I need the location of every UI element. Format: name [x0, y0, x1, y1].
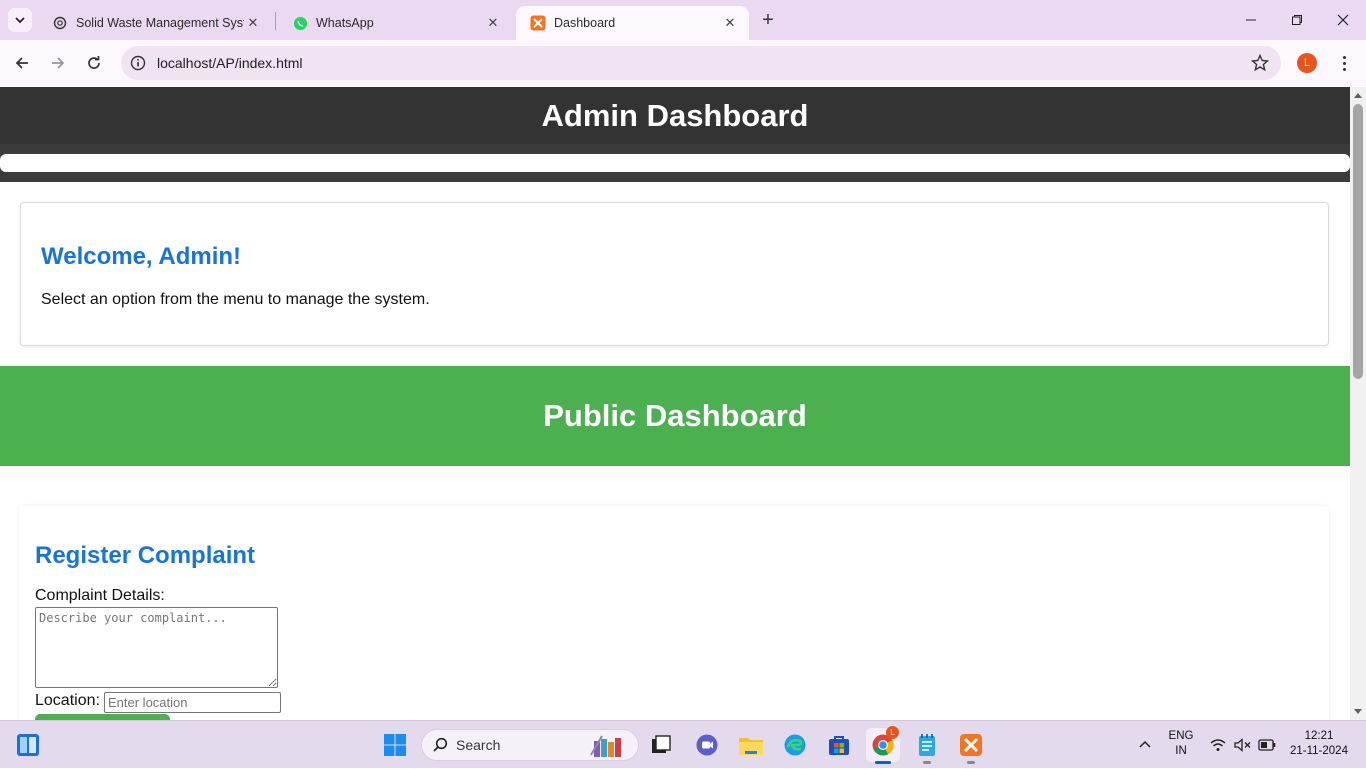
public-header: Public Dashboard: [0, 366, 1350, 466]
widgets-icon: [17, 734, 39, 756]
scroll-down-icon[interactable]: [1354, 709, 1362, 714]
new-tab-button[interactable]: +: [756, 8, 780, 32]
windows-icon: [384, 734, 406, 756]
books-icon: [590, 735, 621, 757]
tab-strip: Solid Waste Management Syste ✕ WhatsApp …: [0, 0, 1366, 40]
notepad-button[interactable]: [910, 728, 944, 764]
volume-muted-icon: [1234, 738, 1251, 752]
tab-divider: [275, 12, 276, 30]
running-indicator: [923, 761, 931, 764]
tab-dashboard[interactable]: Dashboard ✕: [516, 6, 749, 40]
welcome-heading: Welcome, Admin!: [41, 243, 242, 270]
battery-icon: [1258, 739, 1276, 751]
battery-button[interactable]: [1258, 721, 1276, 769]
bookmark-star-icon[interactable]: [1251, 54, 1269, 72]
search-label: Search: [456, 737, 501, 753]
profile-avatar[interactable]: L: [1297, 53, 1317, 73]
browser-menu-icon[interactable]: [1334, 52, 1354, 74]
scroll-up-icon[interactable]: [1354, 93, 1362, 98]
minimize-icon: [1246, 19, 1256, 21]
close-window-button[interactable]: [1320, 0, 1366, 40]
tray-overflow-button[interactable]: [1138, 721, 1152, 769]
notepad-icon: [919, 734, 935, 756]
url-text[interactable]: localhost/AP/index.html: [157, 55, 303, 71]
location-input[interactable]: [104, 692, 281, 713]
close-icon[interactable]: ✕: [484, 14, 502, 32]
scroll-thumb[interactable]: [1353, 104, 1363, 379]
arrow-right-icon: [52, 57, 65, 69]
restore-button[interactable]: [1274, 0, 1320, 40]
clock-time: 12:21: [1304, 730, 1334, 742]
edge-button[interactable]: [778, 728, 812, 762]
xampp-button[interactable]: [954, 728, 988, 764]
chevron-down-icon: [15, 17, 25, 24]
chevron-up-icon: [1139, 740, 1151, 748]
teams-chat-button[interactable]: [690, 728, 724, 762]
complaint-card: Register Complaint Complaint Details: Lo…: [19, 506, 1329, 720]
edge-icon: [784, 734, 806, 756]
tab-solid-waste[interactable]: Solid Waste Management Syste ✕: [38, 6, 272, 40]
close-icon: [1337, 14, 1349, 26]
admin-nav: [0, 144, 1350, 182]
task-view-button[interactable]: [644, 728, 678, 762]
plus-icon: +: [762, 8, 774, 31]
chrome-profile-badge: L: [886, 726, 899, 739]
address-bar[interactable]: localhost/AP/index.html: [121, 46, 1281, 80]
store-icon: [829, 736, 849, 755]
task-view-icon: [652, 735, 671, 753]
minimize-button[interactable]: [1228, 0, 1274, 40]
tab-title: Dashboard: [554, 16, 616, 30]
public-title: Public Dashboard: [543, 398, 807, 433]
welcome-text: Select an option from the menu to manage…: [41, 291, 430, 308]
browser-toolbar: localhost/AP/index.html L: [0, 40, 1366, 86]
restore-icon: [1292, 15, 1302, 25]
xampp-icon: [960, 734, 982, 756]
chat-icon: [696, 734, 718, 756]
taskbar-clock[interactable]: 12:21 21-11-2024: [1288, 729, 1350, 759]
arrow-left-icon: [15, 57, 28, 69]
widgets-button[interactable]: [11, 728, 45, 762]
back-button[interactable]: [8, 49, 36, 77]
whatsapp-icon: [292, 15, 308, 31]
admin-menu-bar[interactable]: [0, 154, 1350, 172]
welcome-card: Welcome, Admin! Select an option from th…: [20, 202, 1329, 346]
xampp-icon: [530, 15, 546, 31]
forward-button[interactable]: [44, 49, 72, 77]
openai-icon: [52, 15, 68, 31]
chrome-button[interactable]: L: [866, 726, 900, 764]
location-label: Location:: [35, 692, 100, 709]
tab-title: WhatsApp: [316, 16, 374, 30]
folder-icon: [739, 738, 763, 755]
lang-primary: ENG: [1168, 730, 1194, 742]
lang-region: IN: [1175, 745, 1187, 757]
info-icon[interactable]: [130, 55, 146, 71]
complaint-details-textarea[interactable]: [35, 607, 278, 688]
store-button[interactable]: [822, 728, 856, 762]
running-indicator: [875, 761, 891, 764]
language-indicator[interactable]: ENG IN: [1163, 729, 1199, 759]
tab-search-button[interactable]: [8, 8, 32, 32]
page-viewport: Admin Dashboard Welcome, Admin! Select a…: [0, 87, 1350, 720]
start-button[interactable]: [378, 728, 412, 762]
complaint-heading: Register Complaint: [35, 542, 256, 569]
clock-date: 21-11-2024: [1290, 745, 1348, 757]
taskbar: Search L ENG IN 12:21 21-11-2024: [0, 720, 1366, 768]
reload-icon: [88, 56, 100, 69]
taskbar-search[interactable]: Search: [421, 729, 639, 761]
running-indicator: [967, 761, 975, 764]
wifi-icon: [1210, 739, 1226, 751]
page-scrollbar[interactable]: [1350, 87, 1366, 720]
complaint-details-label: Complaint Details:: [35, 587, 165, 604]
file-explorer-button[interactable]: [734, 728, 768, 762]
admin-title: Admin Dashboard: [541, 97, 809, 133]
network-button[interactable]: [1210, 721, 1226, 769]
tab-title: Solid Waste Management Syste: [76, 16, 244, 30]
tab-whatsapp[interactable]: WhatsApp ✕: [278, 6, 512, 40]
close-icon[interactable]: ✕: [244, 14, 262, 32]
close-icon[interactable]: ✕: [721, 14, 739, 32]
volume-button[interactable]: [1234, 721, 1252, 769]
search-icon: [433, 737, 448, 752]
reload-button[interactable]: [80, 49, 108, 77]
admin-header: Admin Dashboard: [0, 87, 1350, 144]
